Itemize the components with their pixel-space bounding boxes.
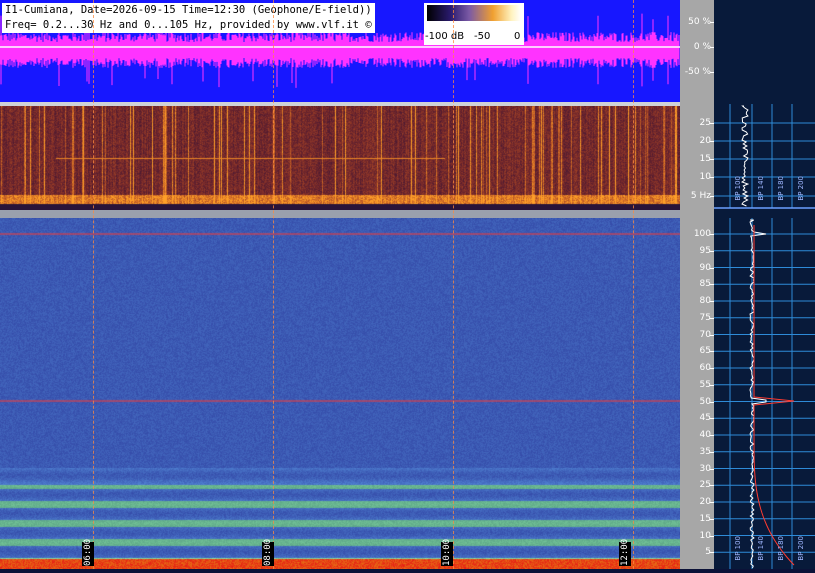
title-line-1: I1-Cumiana, Date=2026-09-15 Time=12:30 (… xyxy=(5,4,372,16)
bp-label-top: BP 180 xyxy=(777,176,785,201)
spectrum-trace-low xyxy=(740,105,750,207)
time-label: 12:00 xyxy=(619,538,631,566)
spectrogram-high-frequency xyxy=(0,218,680,569)
bp-label-top: BP 100 xyxy=(734,176,742,201)
time-gridline xyxy=(273,0,274,569)
time-gridline xyxy=(93,0,94,569)
legend-max-label: 0 xyxy=(514,31,521,42)
bp-label-bottom: BP 140 xyxy=(757,536,765,561)
panel-separator xyxy=(0,210,680,218)
color-scale-bar xyxy=(427,5,521,21)
bp-label-top: BP 200 xyxy=(797,176,805,201)
spectrogram-low-canvas xyxy=(0,106,680,210)
legend-mid-label: -50 xyxy=(474,31,491,42)
title-line-2: Freq= 0.2...30 Hz and 0...105 Hz, provid… xyxy=(5,19,372,31)
bp-label-bottom: BP 100 xyxy=(734,536,742,561)
time-label: 06:00 xyxy=(82,538,94,566)
bp-label-bottom: BP 200 xyxy=(797,536,805,561)
time-gridline xyxy=(633,0,634,569)
spectrum-trace-reference xyxy=(753,225,795,566)
spectrum-profile-panel xyxy=(714,0,815,569)
spectrogram-low-frequency xyxy=(0,106,680,210)
time-label: 08:00 xyxy=(262,538,274,566)
spectrum-profile-plot xyxy=(714,104,815,569)
plot-title: I1-Cumiana, Date=2026-09-15 Time=12:30 (… xyxy=(2,3,375,33)
bp-label-top: BP 140 xyxy=(757,176,765,201)
frequency-axis: 50 % 0 % -50 % 25 20 15 10 5 Hz 100 95 90 85 80 75 70 6… xyxy=(680,0,714,569)
spectrogram-high-canvas xyxy=(0,218,680,569)
time-gridline xyxy=(453,0,454,569)
bp-label-bottom: BP 180 xyxy=(777,536,785,561)
legend-min-label: -100 dB xyxy=(425,31,465,42)
color-scale-legend: -100 dB -50 0 xyxy=(424,3,524,45)
time-label: 10:00 xyxy=(441,538,453,566)
